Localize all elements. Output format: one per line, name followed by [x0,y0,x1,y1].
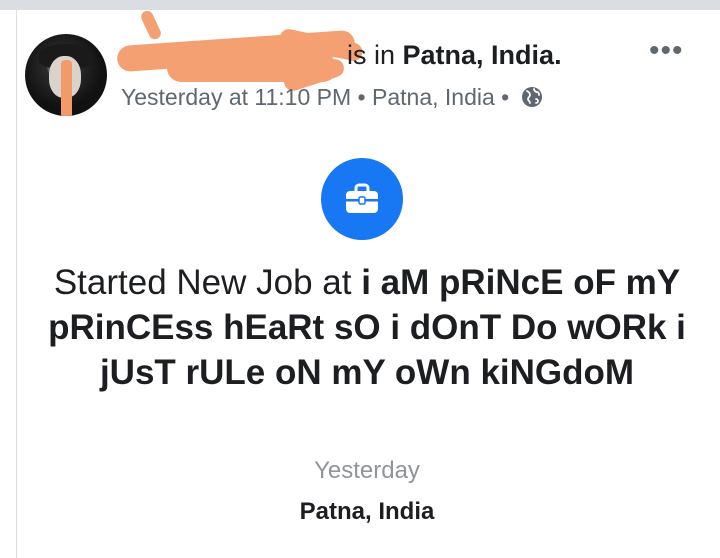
name-redaction [139,8,163,42]
more-options-icon[interactable]: ••• [649,34,684,68]
post-place-link[interactable]: Patna, India [372,84,495,110]
checkin-location-link[interactable]: Patna, India. [403,40,562,70]
checkin-action-text: is in [347,40,403,70]
life-event-place[interactable]: Patna, India [37,498,697,526]
life-event-headline: Started New Job at i aM pRiNcE oF mY pRi… [37,260,697,395]
meta-separator: • [494,84,516,110]
life-event-date: Yesterday [314,457,420,484]
globe-icon[interactable] [520,85,544,115]
briefcase-icon [321,158,403,240]
post-timestamp[interactable]: Yesterday at 11:10 PM [121,84,351,110]
avatar[interactable] [25,34,107,116]
avatar-redaction-mark [61,60,72,116]
post-card: is in Patna, India. Yesterday at 11:10 P… [16,8,720,558]
post-header-line: is in Patna, India. [347,40,562,71]
meta-separator: • [351,84,372,110]
post-meta: Yesterday at 11:10 PM • Patna, India • [121,84,544,115]
top-divider [0,0,720,10]
headline-prefix: Started New Job at [53,263,362,302]
